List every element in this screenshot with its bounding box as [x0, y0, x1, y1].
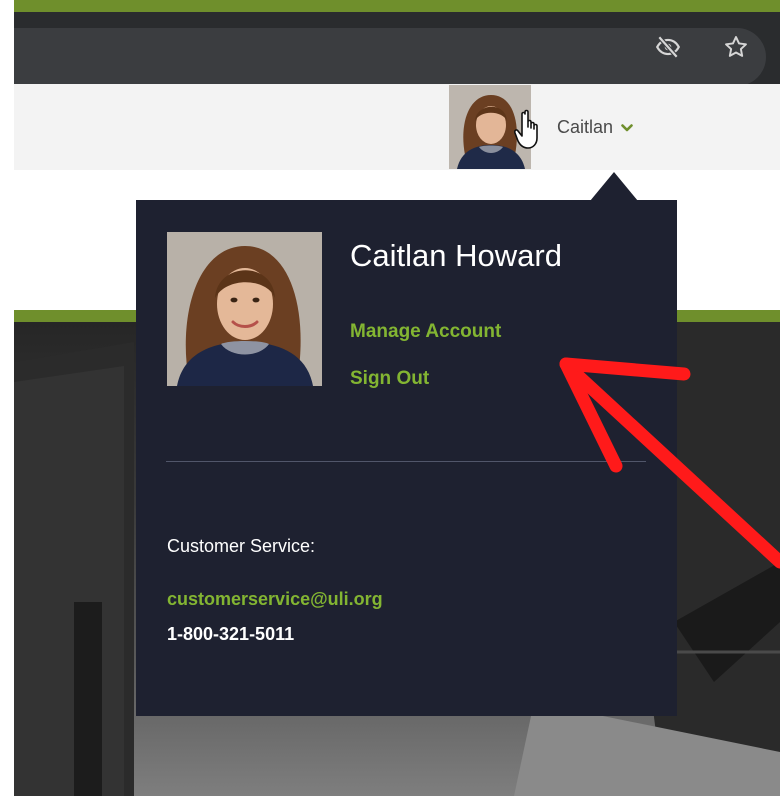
site-header — [14, 84, 780, 170]
profile-photo — [167, 232, 322, 386]
left-edge — [0, 0, 14, 796]
header-user-name: Caitlan — [557, 117, 614, 137]
header-user-menu-toggle[interactable]: Caitlan — [557, 117, 634, 138]
manage-account-link[interactable]: Manage Account — [350, 321, 501, 343]
sign-out-link[interactable]: Sign Out — [350, 368, 429, 390]
pointer-hand-icon — [513, 108, 547, 152]
customer-service-email-link[interactable]: customerservice@uli.org — [167, 589, 383, 610]
star-icon[interactable] — [722, 33, 750, 61]
chevron-down-icon — [620, 121, 634, 135]
dropdown-caret — [590, 172, 638, 201]
user-full-name: Caitlan Howard — [350, 238, 562, 273]
eye-slash-icon[interactable] — [654, 33, 682, 61]
top-accent-stripe — [0, 0, 780, 12]
annotation-arrow — [552, 348, 780, 578]
customer-service-label: Customer Service: — [167, 536, 316, 556]
customer-service-phone: 1-800-321-5011 — [167, 624, 295, 644]
